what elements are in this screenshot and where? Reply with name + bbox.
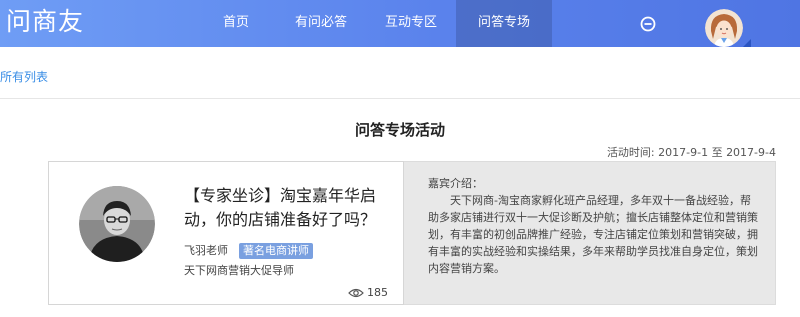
guest-intro-label: 嘉宾介绍： — [428, 177, 483, 190]
activity-time: 活动时间: 2017-9-1 至 2017-9-4 — [606, 146, 776, 159]
speaker-photo — [79, 186, 155, 262]
nav-item-interaction[interactable]: 互动专区 — [366, 0, 456, 47]
qa-session-card[interactable]: 【专家坐诊】淘宝嘉年华启动，你的店铺准备好了吗？ 飞羽老师 著名电商讲师 天下网… — [48, 161, 404, 305]
speaker-badge: 著名电商讲师 — [239, 243, 313, 259]
eye-icon — [348, 288, 364, 298]
main-nav: 首页 有问必答 互动专区 问答专场 — [196, 0, 552, 47]
guest-intro-text: 天下网商-淘宝商家孵化班产品经理，多年双十一备战经验，帮助多家店铺进行双十一大促… — [428, 194, 758, 275]
minus-circle-icon[interactable] — [640, 16, 656, 32]
guest-intro-panel: 嘉宾介绍： 天下网商-淘宝商家孵化班产品经理，多年双十一备战经验，帮助多家店铺进… — [404, 161, 776, 305]
user-avatar[interactable] — [705, 9, 743, 47]
all-list-link[interactable]: 所有列表 — [0, 69, 48, 85]
nav-item-qa[interactable]: 有问必答 — [276, 0, 366, 47]
view-count: 185 — [367, 286, 388, 299]
site-logo[interactable]: 问商友 — [6, 6, 84, 38]
nav-item-qa-special[interactable]: 问答专场 — [456, 0, 552, 47]
nav-item-home[interactable]: 首页 — [196, 0, 276, 47]
session-title[interactable]: 【专家坐诊】淘宝嘉年华启动，你的店铺准备好了吗？ — [184, 184, 394, 232]
avatar-dropdown-caret-icon[interactable] — [743, 39, 751, 47]
speaker-role: 天下网商营销大促导师 — [184, 264, 294, 277]
top-navigation-bar: 问商友 首页 有问必答 互动专区 问答专场 — [0, 0, 800, 47]
speaker-name: 飞羽老师 — [184, 244, 228, 257]
page-title: 问答专场活动 — [354, 121, 445, 139]
section-divider — [0, 98, 800, 99]
